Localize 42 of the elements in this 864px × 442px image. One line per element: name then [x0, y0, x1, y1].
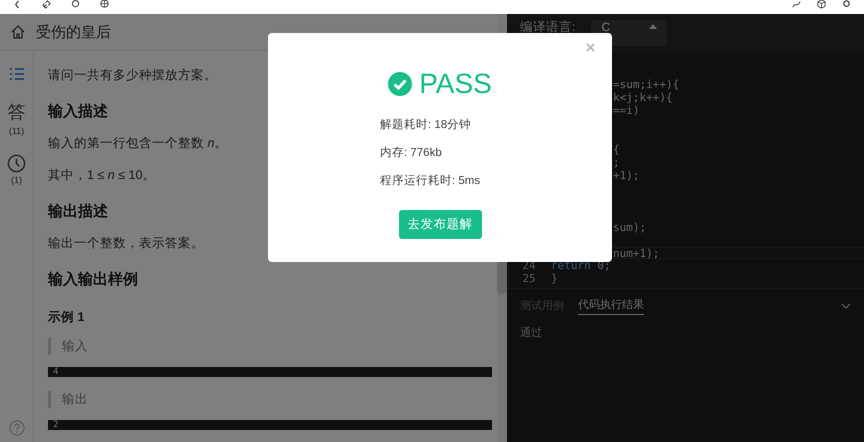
stat-text: 程序运行耗时: 5ms — [380, 173, 480, 188]
globe-icon[interactable] — [99, 0, 110, 9]
answers-tab[interactable]: 答 — [8, 100, 26, 124]
paragraph: 输入的第一行包含一个整数 n。 — [48, 135, 228, 152]
home-icon[interactable] — [10, 24, 26, 40]
code-text: num+1); — [612, 248, 660, 258]
section-heading: 输出描述 — [48, 202, 109, 221]
panel-tab[interactable]: 代码执行结果 — [578, 297, 644, 315]
language-label: 编译语言: — [520, 20, 576, 34]
cube-icon[interactable] — [816, 0, 827, 9]
code-text: { — [612, 143, 620, 156]
sample-label: 输入 — [48, 338, 492, 355]
sample-label: 输出 — [48, 391, 492, 408]
paragraph: 请问一共有多少种摆放方案。 — [48, 67, 217, 84]
chevron-down-icon[interactable] — [841, 303, 851, 309]
paragraph: 输出一个整数，表示答案。 — [48, 235, 204, 252]
result-text: 通过 — [520, 326, 543, 340]
code-text: ; — [612, 156, 620, 169]
problem-title: 受伤的皇后 — [36, 22, 111, 42]
caret-icon — [649, 24, 658, 29]
section-heading: 输入输出样例 — [48, 270, 139, 289]
paragraph: 其中，1 ≤ n ≤ 10。 — [48, 167, 156, 184]
sample-code-block: 4 — [48, 367, 492, 377]
stat-text: 解题耗时: 18分钟 — [380, 118, 472, 132]
example-heading: 示例 1 — [48, 309, 86, 326]
code-text: sum); — [612, 221, 646, 234]
answer-count: (11) — [8, 126, 24, 136]
stat-text: 内存: 776kb — [380, 146, 443, 160]
list-icon[interactable] — [8, 66, 24, 82]
code-text: =sum;i++){ — [612, 78, 680, 91]
clock-icon[interactable] — [7, 154, 26, 173]
line-number: 25 — [521, 272, 537, 285]
code-text: } — [551, 272, 558, 285]
code-text: ==i) — [612, 104, 640, 117]
code-text: +1); — [612, 169, 640, 182]
sample-code-block: 2 — [48, 420, 492, 430]
history-count: (1) — [11, 175, 22, 185]
check-circle-icon — [388, 72, 412, 96]
code-text: k<j;k++){ — [612, 91, 673, 104]
pass-status: PASS — [419, 68, 492, 100]
publish-solution-button[interactable]: 去发布题解 — [398, 210, 482, 239]
section-heading: 输入描述 — [48, 102, 109, 121]
